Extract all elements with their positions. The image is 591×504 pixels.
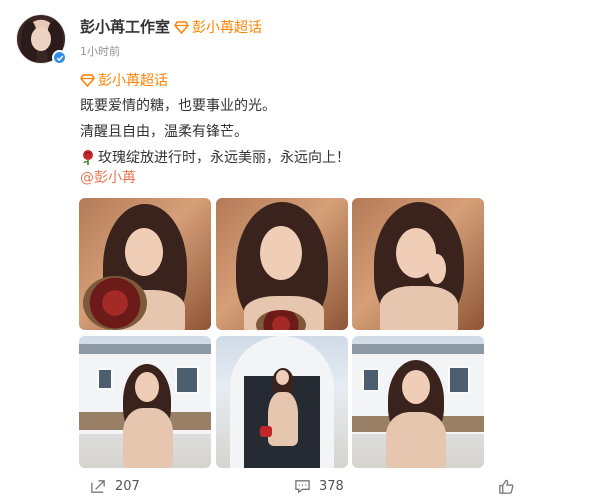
supertopic-header-label: 彭小苒超话 [192,20,262,36]
post-text-line-3: 玫瑰绽放进行时，永远美丽，永远向上！ [80,147,350,167]
comment-icon [295,480,310,494]
photo-1[interactable] [79,198,211,330]
photo-grid [79,198,485,468]
photo-6[interactable] [352,336,484,468]
verified-badge-icon [52,50,67,65]
post-time[interactable]: 1小时前 [80,43,120,59]
photo-5[interactable] [216,336,348,468]
diamond-icon [174,20,189,34]
diamond-icon [80,73,95,87]
author-name[interactable]: 彭小苒工作室 [80,16,170,37]
photo-3[interactable] [352,198,484,330]
post-text-line-3-label: 玫瑰绽放进行时，永远美丽，永远向上！ [98,150,350,166]
repost-button[interactable]: 207 [90,478,140,495]
repost-count: 207 [115,479,140,494]
photo-4[interactable] [79,336,211,468]
post-text-line-2: 清醒且自由，温柔有锋芒。 [80,124,248,140]
repost-icon [91,480,105,493]
supertopic-header-link[interactable]: 彭小苒超话 [174,17,262,37]
like-button[interactable] [498,478,515,495]
mention-link[interactable]: @彭小苒 [80,167,136,187]
action-bar: 207 378 [0,472,591,502]
comment-button[interactable]: 378 [294,478,344,495]
comment-count: 378 [319,479,344,494]
supertopic-tag-link[interactable]: 彭小苒超话 [80,70,168,90]
supertopic-tag-label: 彭小苒超话 [98,73,168,89]
like-icon [499,479,514,494]
photo-2[interactable] [216,198,348,330]
post-text-line-1: 既要爱情的糖，也要事业的光。 [80,98,276,114]
rose-emoji-icon [83,150,93,165]
